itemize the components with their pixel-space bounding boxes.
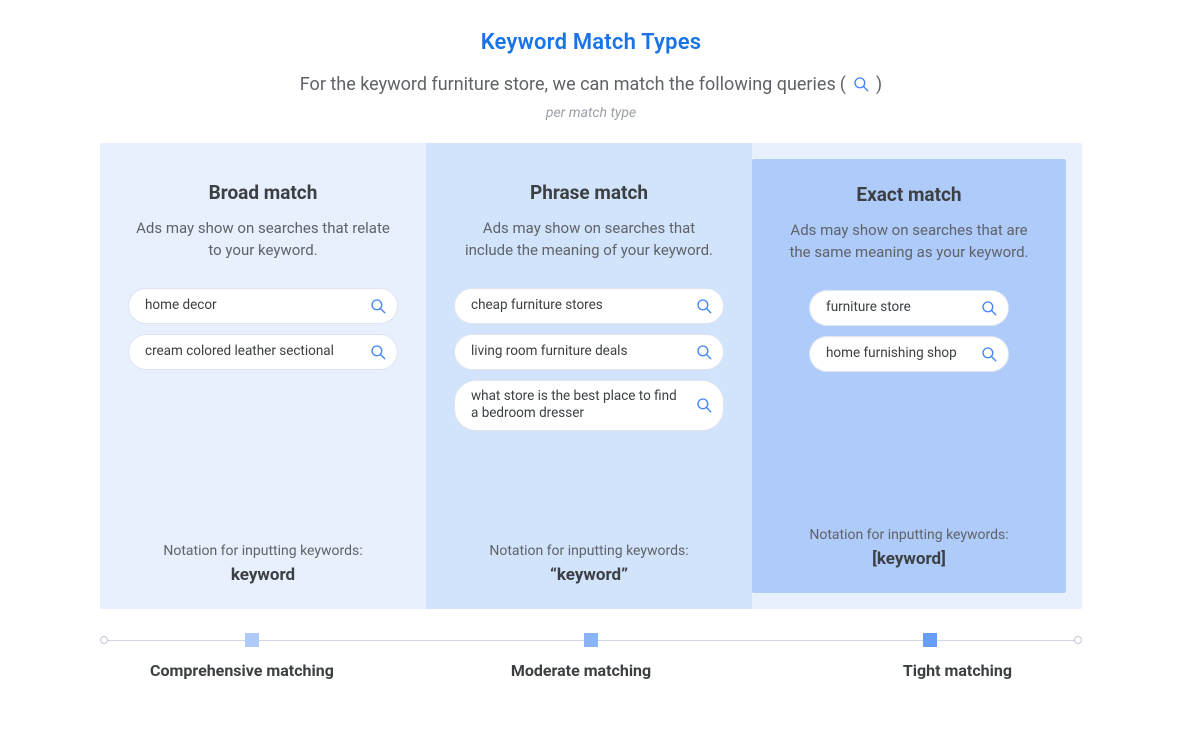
spectrum-label: Tight matching xyxy=(725,661,1082,680)
search-icon xyxy=(980,299,998,317)
spectrum-marker-tight xyxy=(923,633,937,647)
column-broad-match: Broad match Ads may show on searches tha… xyxy=(100,143,426,609)
column-description: Ads may show on searches that relate to … xyxy=(133,218,393,262)
notation-value: [keyword] xyxy=(809,549,1008,569)
paren-close: ) xyxy=(876,74,882,95)
spectrum-labels: Comprehensive matching Moderate matching… xyxy=(100,661,1082,680)
query-pill: home decor xyxy=(128,288,398,324)
column-phrase-match: Phrase match Ads may show on searches th… xyxy=(426,143,752,609)
query-text: living room furniture deals xyxy=(471,343,627,361)
search-icon xyxy=(369,343,387,361)
query-pill: cheap furniture stores xyxy=(454,288,724,324)
notation-value: “keyword” xyxy=(489,565,688,585)
search-icon xyxy=(980,345,998,363)
spectrum-endpoint-left xyxy=(100,636,108,644)
search-icon xyxy=(369,297,387,315)
matching-spectrum xyxy=(100,629,1082,651)
diagram-title: Keyword Match Types xyxy=(40,30,1142,55)
notation-block: Notation for inputting keywords: “keywor… xyxy=(489,543,688,585)
query-text: home decor xyxy=(145,297,217,315)
query-text: furniture store xyxy=(826,299,911,317)
notation-block: Notation for inputting keywords: [keywor… xyxy=(809,527,1008,569)
column-description: Ads may show on searches that include th… xyxy=(459,218,719,262)
query-pill: cream colored leather sectional xyxy=(128,334,398,370)
query-list: furniture store home furnishing shop xyxy=(780,290,1038,372)
query-text: what store is the best place to find a b… xyxy=(471,388,683,423)
query-pill: living room furniture deals xyxy=(454,334,724,370)
notation-label: Notation for inputting keywords: xyxy=(489,543,688,559)
query-pill: home furnishing shop xyxy=(809,336,1009,372)
query-text: home furnishing shop xyxy=(826,345,957,363)
query-list: home decor cream colored leather section… xyxy=(128,288,398,370)
column-title: Broad match xyxy=(209,181,318,204)
spectrum-label: Moderate matching xyxy=(437,661,724,680)
column-title: Phrase match xyxy=(530,181,648,204)
spectrum-endpoint-right xyxy=(1074,636,1082,644)
search-icon xyxy=(850,73,872,95)
notation-block: Notation for inputting keywords: keyword xyxy=(163,543,362,585)
notation-label: Notation for inputting keywords: xyxy=(809,527,1008,543)
query-pill: furniture store xyxy=(809,290,1009,326)
paren-open: ( xyxy=(840,74,846,95)
diagram-subtitle: For the keyword furniture store, we can … xyxy=(300,73,882,95)
notation-value: keyword xyxy=(163,565,362,585)
diagram-header: Keyword Match Types For the keyword furn… xyxy=(40,30,1142,121)
notation-label: Notation for inputting keywords: xyxy=(163,543,362,559)
search-icon xyxy=(695,297,713,315)
query-list: cheap furniture stores living room furni… xyxy=(454,288,724,431)
spectrum-marker-moderate xyxy=(584,633,598,647)
subtitle-text: For the keyword furniture store, we can … xyxy=(300,74,836,95)
search-icon xyxy=(695,343,713,361)
query-text: cream colored leather sectional xyxy=(145,343,334,361)
spectrum-marker-comprehensive xyxy=(245,633,259,647)
spectrum-label: Comprehensive matching xyxy=(100,661,437,680)
search-icon xyxy=(695,396,713,414)
query-pill: what store is the best place to find a b… xyxy=(454,380,724,431)
column-description: Ads may show on searches that are the sa… xyxy=(780,220,1038,264)
per-match-type-label: per match type xyxy=(40,105,1142,121)
match-types-panel: Broad match Ads may show on searches tha… xyxy=(100,143,1082,609)
column-exact-match: Exact match Ads may show on searches tha… xyxy=(752,159,1066,593)
query-text: cheap furniture stores xyxy=(471,297,603,315)
column-title: Exact match xyxy=(856,183,961,206)
